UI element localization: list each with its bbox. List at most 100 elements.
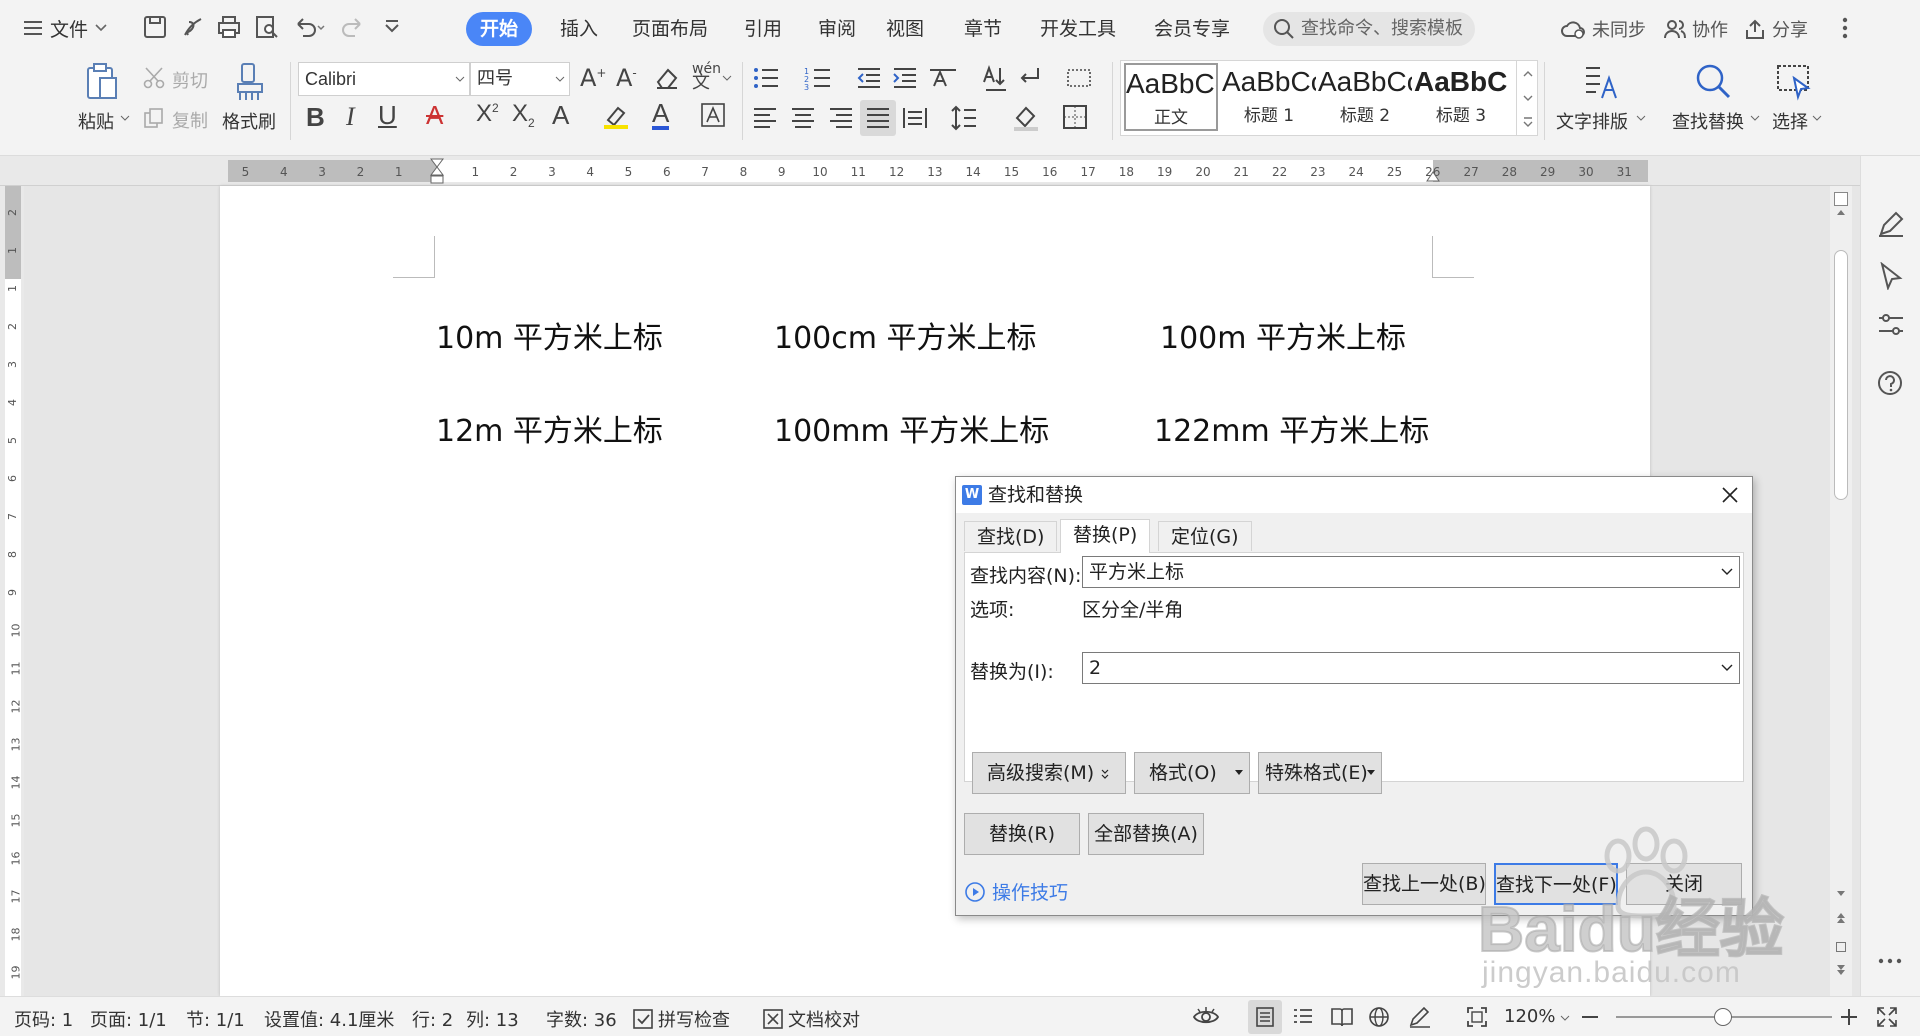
status-word-count[interactable]: 字数: 36 [546, 1006, 617, 1032]
increase-indent-icon[interactable] [892, 66, 918, 90]
chevron-down-icon[interactable] [1721, 664, 1733, 672]
right-indent-marker-icon[interactable] [1426, 170, 1440, 182]
horizontal-ruler[interactable]: 5 4 3 2 1 1 2 3 4 5 6 7 8 9 10 11 12 13 14 15 16 17 18 19 20 21 22… [0, 156, 1920, 186]
paste-icon[interactable] [84, 62, 120, 102]
page-view-icon[interactable] [1248, 1000, 1282, 1034]
style-item[interactable]: AaBbCcDd 正文 [1124, 63, 1218, 131]
more-icon[interactable] [1877, 958, 1903, 964]
reading-view-icon[interactable] [1330, 1006, 1354, 1028]
format-button[interactable]: 格式(O) [1134, 752, 1250, 794]
tab-find[interactable]: 查找(D) [964, 521, 1058, 551]
print-icon[interactable] [216, 14, 244, 42]
tab-1[interactable]: 插入 [546, 12, 612, 46]
select-button[interactable]: 选择 [1772, 108, 1808, 134]
sync-status[interactable]: 未同步 [1560, 16, 1646, 42]
close-icon[interactable] [1720, 485, 1740, 505]
undo-icon[interactable] [292, 14, 325, 42]
chevron-down-icon[interactable] [1560, 1014, 1570, 1022]
customize-qat-icon[interactable] [382, 14, 410, 42]
find-what-input[interactable]: 平方米上标 [1082, 556, 1740, 588]
borders-icon[interactable] [1062, 104, 1088, 130]
chevron-down-icon[interactable] [1812, 114, 1822, 122]
style-item[interactable]: AaBbCcDd 标题 3 [1414, 63, 1508, 131]
status-setting-value[interactable]: 设置值: 4.1厘米 [264, 1006, 394, 1032]
help-icon[interactable] [1877, 370, 1903, 396]
collaborate-button[interactable]: 协作 [1664, 16, 1728, 42]
text-layout-button[interactable]: 文字排版 [1556, 108, 1628, 134]
status-section[interactable]: 节: 1/1 [186, 1006, 245, 1032]
tab-0[interactable]: 开始 [466, 12, 533, 46]
highlight-icon[interactable] [602, 102, 630, 130]
bullet-list-icon[interactable] [752, 66, 780, 90]
indent-marker-icon[interactable] [430, 158, 444, 184]
write-mode-icon[interactable] [1408, 1006, 1432, 1028]
zoom-in-icon[interactable] [1840, 1008, 1858, 1026]
find-next-button[interactable]: 查找下一处(F) [1494, 863, 1618, 905]
split-view-icon[interactable] [1834, 192, 1848, 206]
chevron-down-icon[interactable] [1721, 568, 1733, 576]
status-pages[interactable]: 页面: 1/1 [90, 1006, 167, 1032]
font-size-select[interactable]: 四号 [470, 62, 570, 96]
font-name-select[interactable]: Calibri [298, 62, 470, 96]
status-row[interactable]: 行: 2 [412, 1006, 453, 1032]
spell-check-button[interactable]: 拼写检查 [632, 1006, 730, 1032]
align-center-icon[interactable] [790, 106, 816, 130]
find-replace-icon[interactable] [1694, 62, 1732, 102]
print-preview-icon[interactable] [254, 14, 282, 42]
outline-view-icon[interactable] [1292, 1006, 1314, 1028]
file-menu[interactable]: 文件 [22, 14, 108, 42]
shrink-font-icon[interactable]: A- [616, 64, 637, 92]
status-page-number[interactable]: 页码: 1 [14, 1006, 73, 1032]
format-painter-button[interactable]: 格式刷 [222, 108, 276, 134]
format-painter-icon[interactable] [234, 62, 266, 102]
find-previous-button[interactable]: 查找上一处(B) [1362, 863, 1486, 905]
redo-icon[interactable] [340, 14, 368, 42]
zoom-out-icon[interactable] [1582, 1016, 1598, 1018]
cut-button[interactable]: 剪切 [172, 67, 208, 93]
decrease-indent-icon[interactable] [856, 66, 882, 90]
grow-font-icon[interactable]: A+ [580, 64, 606, 92]
more-options-icon[interactable] [1842, 16, 1848, 40]
prev-page-icon[interactable] [1836, 912, 1846, 924]
vertical-scrollbar[interactable] [1830, 186, 1852, 996]
close-button[interactable]: 关闭 [1626, 863, 1742, 905]
scrollbar-thumb[interactable] [1834, 250, 1848, 500]
adjust-settings-icon[interactable] [1877, 312, 1905, 338]
tab-2[interactable]: 页面布局 [618, 12, 722, 46]
tab-8[interactable]: 会员专享 [1140, 12, 1244, 46]
underline-icon[interactable]: U [378, 100, 397, 131]
sort-icon[interactable] [980, 64, 1006, 92]
justify-icon[interactable] [860, 100, 896, 136]
tab-goto[interactable]: 定位(G) [1158, 521, 1252, 551]
distribute-icon[interactable] [902, 106, 928, 130]
style-item[interactable]: AaBbCcDd 标题 2 [1318, 63, 1412, 131]
paste-dropdown-icon[interactable] [120, 114, 130, 122]
fit-window-icon[interactable] [1466, 1006, 1488, 1028]
text-layout-icon[interactable] [1582, 62, 1618, 102]
web-view-icon[interactable] [1368, 1006, 1390, 1028]
cut-icon[interactable] [142, 66, 166, 90]
browse-object-icon[interactable] [1836, 942, 1846, 952]
vertical-ruler[interactable]: 2 1 1 2 3 4 5 6 7 8 9 10 11 12 13 14 15 16 17 18 19 [0, 186, 24, 996]
numbered-list-icon[interactable]: 123 [804, 66, 832, 90]
replace-button[interactable]: 替换(R) [964, 813, 1080, 855]
chevron-down-icon[interactable] [1750, 114, 1760, 122]
fullscreen-icon[interactable] [1876, 1006, 1898, 1028]
copy-button[interactable]: 复制 [172, 107, 208, 133]
chevron-down-icon[interactable] [722, 74, 732, 82]
doc-text[interactable]: 100m 平方米上标 [1160, 313, 1406, 357]
doc-text[interactable]: 100cm 平方米上标 [774, 313, 1037, 357]
replace-with-input[interactable]: 2 [1082, 652, 1740, 684]
replace-all-button[interactable]: 全部替换(A) [1088, 813, 1204, 855]
char-border-icon[interactable] [700, 102, 726, 128]
doc-text[interactable]: 100mm 平方米上标 [774, 406, 1049, 450]
styles-scroll[interactable] [1516, 60, 1538, 136]
doc-text[interactable]: 12m 平方米上标 [436, 406, 663, 450]
find-replace-button[interactable]: 查找替换 [1672, 108, 1744, 134]
scroll-up-icon[interactable] [1836, 208, 1846, 216]
command-search-box[interactable]: 查找命令、搜索模板 [1263, 12, 1475, 46]
tab-3[interactable]: 引用 [730, 12, 796, 46]
doc-text[interactable]: 122mm 平方米上标 [1154, 406, 1429, 450]
superscript-icon[interactable]: X2 [476, 100, 499, 128]
cursor-select-icon[interactable] [1879, 262, 1903, 290]
